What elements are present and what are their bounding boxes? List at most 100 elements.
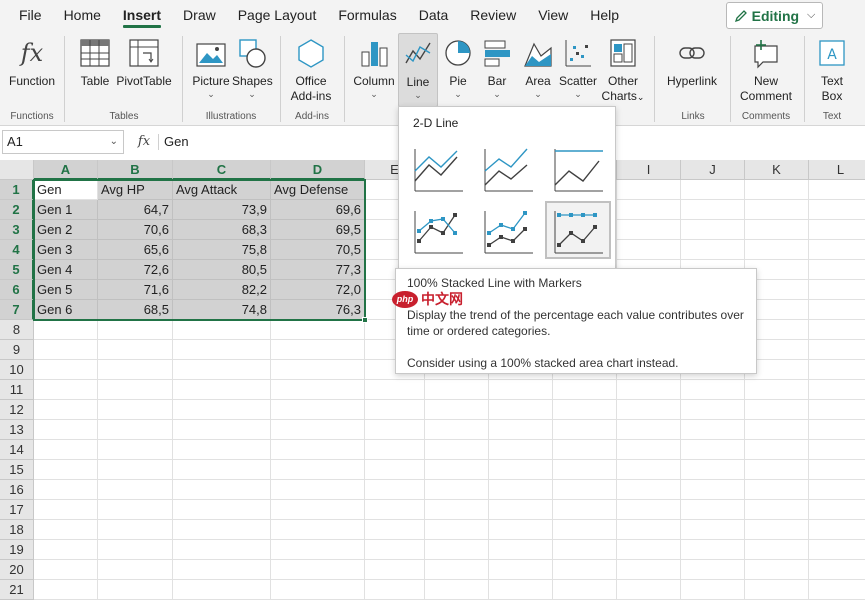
cell-e16[interactable] <box>365 480 425 500</box>
cell-b19[interactable] <box>98 540 173 560</box>
insert-text-box-button[interactable]: A Text Box <box>812 36 852 104</box>
row-header-4[interactable]: 4 <box>0 240 34 260</box>
cell-a6[interactable]: Gen 5 <box>34 280 98 300</box>
cell-h11[interactable] <box>553 380 617 400</box>
cell-k15[interactable] <box>745 460 809 480</box>
cell-d12[interactable] <box>271 400 365 420</box>
cell-e17[interactable] <box>365 500 425 520</box>
insert-hyperlink-button[interactable]: Hyperlink <box>662 36 722 89</box>
cell-i12[interactable] <box>617 400 681 420</box>
menu-insert[interactable]: Insert <box>112 0 172 30</box>
cell-l4[interactable] <box>809 240 865 260</box>
cell-b17[interactable] <box>98 500 173 520</box>
cell-j20[interactable] <box>681 560 745 580</box>
cell-b13[interactable] <box>98 420 173 440</box>
cell-c16[interactable] <box>173 480 271 500</box>
row-header-8[interactable]: 8 <box>0 320 34 340</box>
line-chart-option[interactable] <box>407 141 473 199</box>
cell-a5[interactable]: Gen 4 <box>34 260 98 280</box>
cell-e13[interactable] <box>365 420 425 440</box>
cell-i17[interactable] <box>617 500 681 520</box>
cell-b7[interactable]: 68,5 <box>98 300 173 320</box>
row-header-11[interactable]: 11 <box>0 380 34 400</box>
cell-a1[interactable]: Gen <box>34 180 98 200</box>
cell-a21[interactable] <box>34 580 98 600</box>
cell-k2[interactable] <box>745 200 809 220</box>
insert-pivottable-button[interactable]: PivotTable <box>114 36 174 89</box>
cell-f19[interactable] <box>425 540 489 560</box>
cell-j13[interactable] <box>681 420 745 440</box>
cell-l3[interactable] <box>809 220 865 240</box>
cell-j15[interactable] <box>681 460 745 480</box>
cell-f13[interactable] <box>425 420 489 440</box>
cell-b1[interactable]: Avg HP <box>98 180 173 200</box>
cell-a15[interactable] <box>34 460 98 480</box>
cell-h16[interactable] <box>553 480 617 500</box>
cell-b6[interactable]: 71,6 <box>98 280 173 300</box>
cell-d8[interactable] <box>271 320 365 340</box>
cell-c9[interactable] <box>173 340 271 360</box>
cell-l8[interactable] <box>809 320 865 340</box>
cell-c1[interactable]: Avg Attack <box>173 180 271 200</box>
cell-l16[interactable] <box>809 480 865 500</box>
menu-formulas[interactable]: Formulas <box>327 0 407 30</box>
cell-d17[interactable] <box>271 500 365 520</box>
cell-j4[interactable] <box>681 240 745 260</box>
cell-d13[interactable] <box>271 420 365 440</box>
cell-h15[interactable] <box>553 460 617 480</box>
menu-draw[interactable]: Draw <box>172 0 227 30</box>
cell-k12[interactable] <box>745 400 809 420</box>
cell-c12[interactable] <box>173 400 271 420</box>
cell-d10[interactable] <box>271 360 365 380</box>
100-stacked-line-with-markers-option[interactable] <box>545 201 611 259</box>
insert-pie-chart-button[interactable]: Pie ⌄ <box>440 36 476 99</box>
cell-c4[interactable]: 75,8 <box>173 240 271 260</box>
cell-g13[interactable] <box>489 420 553 440</box>
insert-column-chart-button[interactable]: Column ⌄ <box>350 36 398 99</box>
line-with-markers-option[interactable] <box>407 203 473 261</box>
row-header-2[interactable]: 2 <box>0 200 34 220</box>
cell-g12[interactable] <box>489 400 553 420</box>
cell-f17[interactable] <box>425 500 489 520</box>
column-header-k[interactable]: K <box>745 160 809 180</box>
cell-a3[interactable]: Gen 2 <box>34 220 98 240</box>
cell-j16[interactable] <box>681 480 745 500</box>
row-header-16[interactable]: 16 <box>0 480 34 500</box>
cell-l7[interactable] <box>809 300 865 320</box>
cell-l11[interactable] <box>809 380 865 400</box>
cell-b12[interactable] <box>98 400 173 420</box>
cell-c2[interactable]: 73,9 <box>173 200 271 220</box>
cell-b15[interactable] <box>98 460 173 480</box>
cell-g14[interactable] <box>489 440 553 460</box>
cell-c19[interactable] <box>173 540 271 560</box>
row-header-14[interactable]: 14 <box>0 440 34 460</box>
cell-l14[interactable] <box>809 440 865 460</box>
cell-i15[interactable] <box>617 460 681 480</box>
cell-d18[interactable] <box>271 520 365 540</box>
cell-l15[interactable] <box>809 460 865 480</box>
column-header-c[interactable]: C <box>173 160 271 180</box>
cell-b8[interactable] <box>98 320 173 340</box>
insert-other-charts-button[interactable]: Other Charts⌄ <box>600 36 646 105</box>
cell-d20[interactable] <box>271 560 365 580</box>
menu-help[interactable]: Help <box>579 0 630 30</box>
row-header-9[interactable]: 9 <box>0 340 34 360</box>
cell-c13[interactable] <box>173 420 271 440</box>
insert-line-chart-button[interactable]: Line ⌄ <box>398 33 438 107</box>
cell-a19[interactable] <box>34 540 98 560</box>
row-header-7[interactable]: 7 <box>0 300 34 320</box>
cell-k16[interactable] <box>745 480 809 500</box>
cell-j18[interactable] <box>681 520 745 540</box>
cell-b20[interactable] <box>98 560 173 580</box>
insert-picture-button[interactable]: Picture ⌄ <box>190 36 232 99</box>
cell-h20[interactable] <box>553 560 617 580</box>
cell-i3[interactable] <box>617 220 681 240</box>
cell-f15[interactable] <box>425 460 489 480</box>
stacked-line-option[interactable] <box>477 141 543 199</box>
cell-j3[interactable] <box>681 220 745 240</box>
cell-j2[interactable] <box>681 200 745 220</box>
row-header-5[interactable]: 5 <box>0 260 34 280</box>
cell-k20[interactable] <box>745 560 809 580</box>
insert-function-fx-button[interactable]: fx <box>130 130 158 154</box>
column-header-j[interactable]: J <box>681 160 745 180</box>
